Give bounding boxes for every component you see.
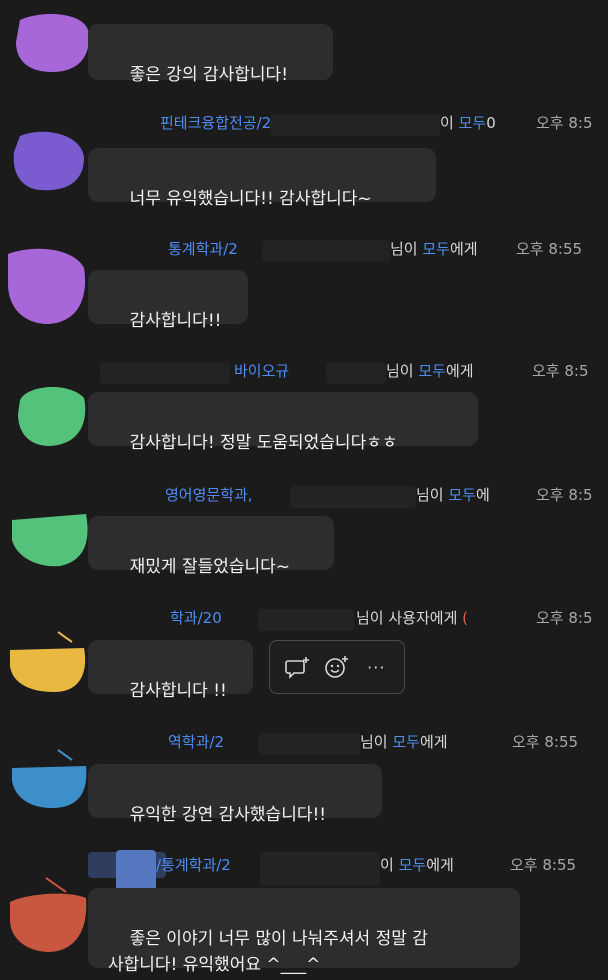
message-recipient: 이 모두0: [440, 110, 496, 136]
avatar[interactable]: [8, 510, 90, 568]
recipient-suffix: 에: [475, 486, 490, 504]
header-separator: 이: [440, 114, 459, 132]
avatar[interactable]: [10, 128, 86, 194]
message-recipient: 님이 모두에게: [386, 358, 474, 384]
recipient-everyone[interactable]: 모두: [422, 240, 450, 258]
recipient-everyone[interactable]: 모두: [448, 486, 476, 504]
message-bubble[interactable]: 유익한 강연 감사했습니다!!: [88, 764, 382, 825]
header-separator: 님이: [386, 362, 419, 380]
more-icon[interactable]: ···: [362, 653, 390, 681]
message-header: 통계학과/2: [168, 236, 238, 262]
avatar[interactable]: [6, 876, 88, 954]
avatar[interactable]: [14, 382, 88, 448]
sender-name[interactable]: 학과/20: [170, 609, 222, 627]
message-header: 역학과/2: [168, 729, 224, 755]
sender-name[interactable]: 영어영문학과,: [165, 486, 253, 504]
recipient-everyone[interactable]: 모두: [399, 856, 427, 874]
header-separator: 님이: [416, 486, 449, 504]
recipient-private[interactable]: (: [462, 609, 468, 627]
message-time: 오후 8:5: [536, 609, 593, 627]
message-time: 오후 8:55: [516, 240, 583, 258]
message-bubble[interactable]: 좋은 강의 감사합니다!: [88, 24, 333, 85]
recipient-everyone[interactable]: 모두: [392, 733, 420, 751]
sender-name[interactable]: /통계학과/2: [156, 856, 231, 874]
message-recipient: 이 모두에게: [380, 852, 454, 878]
avatar[interactable]: [4, 244, 88, 326]
recipient-everyone[interactable]: 모두: [459, 114, 487, 132]
message-bubble[interactable]: 감사합니다! 정말 도움되었습니다ㅎㅎ: [88, 392, 478, 453]
avatar[interactable]: [6, 630, 88, 694]
recipient-suffix: 에게: [419, 733, 448, 751]
more-label: ···: [367, 657, 386, 677]
message-text: 감사합니다!!: [129, 311, 222, 331]
message-time: 오후 8:5: [532, 362, 589, 380]
reply-thread-icon[interactable]: [284, 653, 312, 681]
message-header: /통계학과/2: [156, 852, 231, 878]
message-text: 재밌게 잘들었습니다~: [129, 557, 291, 577]
recipient-suffix: 에게: [426, 856, 454, 874]
message-time: 오후 8:5: [536, 114, 593, 132]
sender-name[interactable]: 핀테크융합전공/2: [160, 114, 271, 132]
message-time: 오후 8:55: [512, 733, 579, 751]
message-recipient: 님이 모두에: [416, 482, 490, 508]
redaction: [262, 240, 390, 262]
redaction: [290, 486, 416, 508]
header-separator: 님이: [360, 733, 393, 751]
message-recipient: 님이 사용자에게 (: [356, 605, 468, 631]
message-header: 핀테크융합전공/2: [160, 110, 271, 136]
message-bubble[interactable]: 감사합니다!!: [88, 270, 248, 331]
message-header: 학과/20: [170, 605, 222, 631]
redaction: [258, 733, 360, 755]
message-time: 오후 8:55: [510, 856, 577, 874]
header-separator: 님이: [390, 240, 423, 258]
recipient-everyone[interactable]: 모두: [418, 362, 446, 380]
sender-name[interactable]: 역학과/2: [168, 733, 224, 751]
header-separator: 이: [380, 856, 399, 874]
message-header: 영어영문학과,: [165, 482, 253, 508]
message-bubble[interactable]: 감사합니다 !!: [88, 640, 253, 701]
message-recipient: 님이 모두에게: [390, 236, 478, 262]
message-header: 바이오규: [234, 358, 289, 384]
header-separator: 님이 사용자에게: [356, 609, 463, 627]
message-text: 유익한 강연 감사했습니다!!: [129, 805, 327, 825]
message-bubble[interactable]: 좋은 이야기 너무 많이 나눠주셔서 정말 감 사합니다! 유익했어요 ^___…: [88, 888, 520, 975]
redaction: [326, 362, 386, 384]
message-time: 오후 8:5: [536, 486, 593, 504]
chat-panel: 좋은 강의 감사합니다! 핀테크융합전공/2 이 모두0 오후 8:5 너무 유…: [0, 0, 608, 980]
message-text: 너무 유익했습니다!! 감사합니다~: [129, 189, 372, 209]
message-text: 좋은 강의 감사합니다!: [129, 65, 289, 85]
message-text: 감사합니다! 정말 도움되었습니다ㅎㅎ: [129, 433, 398, 453]
message-recipient: 님이 모두에게: [360, 729, 448, 755]
message-bubble[interactable]: 재밌게 잘들었습니다~: [88, 516, 334, 577]
redaction: [100, 362, 230, 384]
recipient-suffix: 에게: [449, 240, 478, 258]
avatar[interactable]: [8, 748, 90, 810]
avatar[interactable]: [12, 12, 92, 74]
sender-name[interactable]: 통계학과/2: [168, 240, 238, 258]
recipient-suffix: 0: [486, 114, 496, 132]
redaction: [270, 114, 440, 136]
redaction: [258, 609, 354, 631]
add-reaction-icon[interactable]: [323, 653, 351, 681]
sender-name[interactable]: 바이오규: [234, 362, 289, 380]
redaction: [260, 852, 380, 886]
message-bubble[interactable]: 너무 유익했습니다!! 감사합니다~: [88, 148, 436, 209]
message-text: 감사합니다 !!: [129, 681, 227, 701]
recipient-suffix: 에게: [445, 362, 474, 380]
message-actions-bar: ···: [269, 640, 405, 694]
message-text: 좋은 이야기 너무 많이 나눠주셔서 정말 감 사합니다! 유익했어요 ^___…: [108, 929, 428, 975]
